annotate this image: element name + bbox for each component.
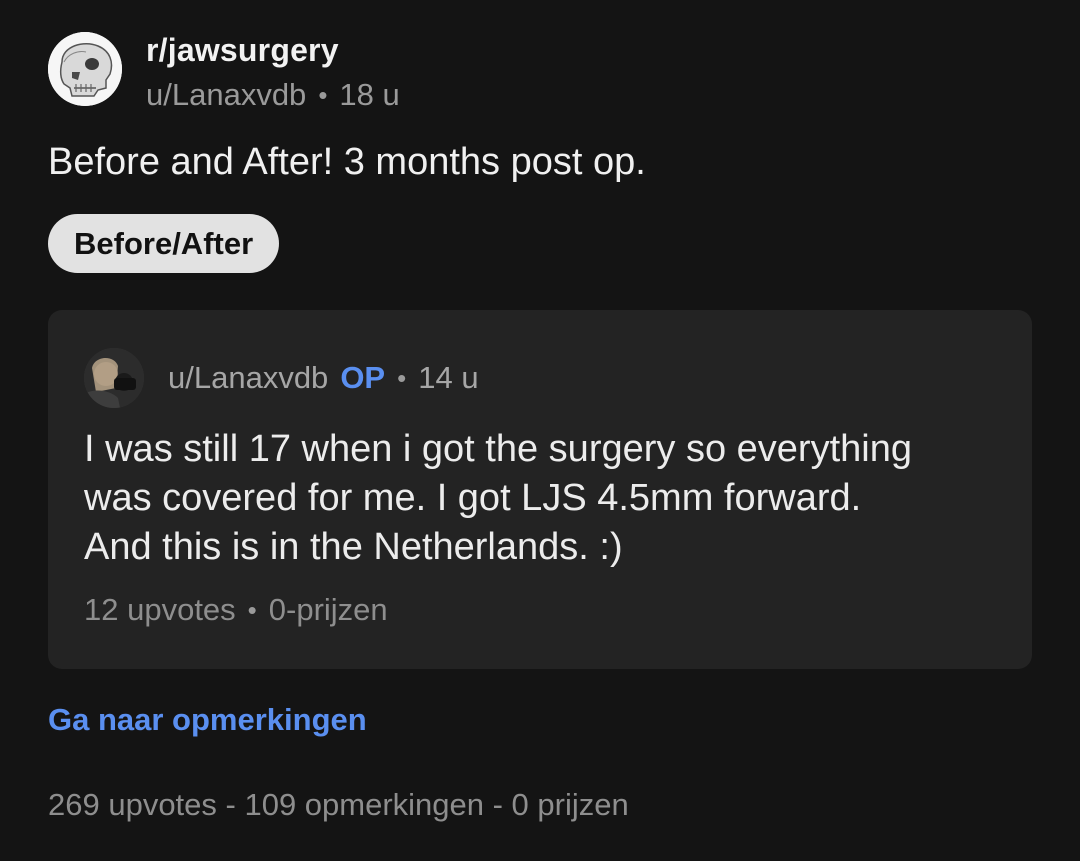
comment-awards: 0-prijzen [268, 592, 388, 627]
post-header-text: r/jawsurgery u/Lanaxvdb • 18 u [146, 32, 400, 113]
comment-age: 14 u [418, 360, 479, 395]
comment-header: u/Lanaxvdb OP • 14 u [84, 348, 479, 408]
user-photo-icon [84, 348, 144, 408]
comment-meta: u/Lanaxvdb OP • 14 u [168, 360, 479, 396]
meta-separator: • [247, 595, 257, 625]
post-age: 18 u [339, 77, 400, 112]
comment-card[interactable]: u/Lanaxvdb OP • 14 u I was still 17 when… [48, 310, 1032, 669]
comment-author[interactable]: u/Lanaxvdb [168, 360, 328, 396]
goto-comments-link[interactable]: Ga naar opmerkingen [48, 702, 367, 738]
post-share-card: r/jawsurgery u/Lanaxvdb • 18 u Before an… [0, 0, 1080, 861]
comment-body: I was still 17 when i got the surgery so… [84, 425, 1014, 572]
op-badge: OP [340, 360, 386, 395]
subreddit-name[interactable]: r/jawsurgery [146, 32, 400, 68]
meta-separator: • [397, 363, 407, 393]
skull-icon [48, 32, 122, 106]
post-title[interactable]: Before and After! 3 months post op. [48, 140, 646, 184]
comment-footer: 12 upvotes • 0-prijzen [84, 592, 388, 628]
post-author[interactable]: u/Lanaxvdb [146, 77, 306, 113]
comment-upvotes: 12 upvotes [84, 592, 236, 627]
user-avatar[interactable] [84, 348, 144, 408]
post-meta: u/Lanaxvdb • 18 u [146, 77, 400, 113]
comment-line: I was still 17 when i got the surgery so… [84, 428, 912, 470]
comment-line: And this is in the Netherlands. :) [84, 526, 623, 568]
comment-line: was covered for me. I got LJS 4.5mm forw… [84, 477, 862, 519]
subreddit-avatar[interactable] [48, 32, 122, 106]
post-flair[interactable]: Before/After [48, 214, 280, 273]
post-stats: 269 upvotes - 109 opmerkingen - 0 prijze… [48, 787, 629, 822]
meta-separator: • [318, 80, 328, 110]
post-header: r/jawsurgery u/Lanaxvdb • 18 u [48, 32, 400, 113]
